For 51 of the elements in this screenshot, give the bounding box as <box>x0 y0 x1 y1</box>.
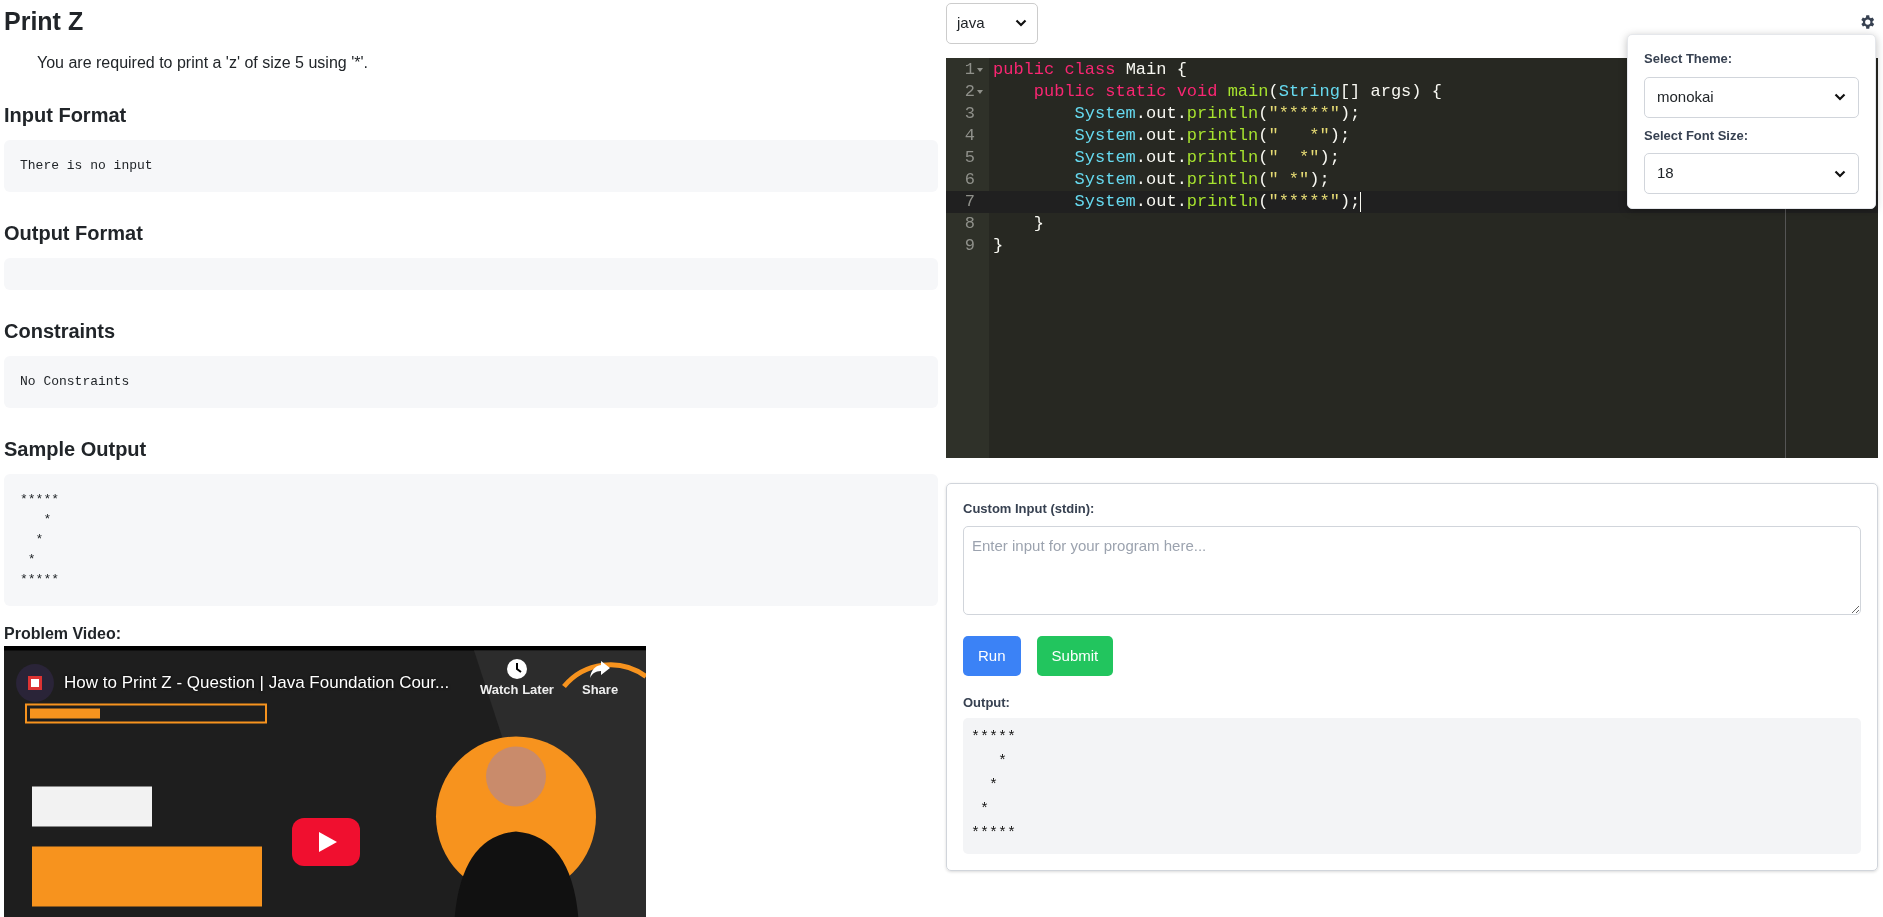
code-line: public static void main(String[] args) { <box>1032 81 1442 103</box>
caret-icon <box>1834 93 1846 101</box>
fold-arrow-icon[interactable] <box>977 68 983 72</box>
block-text: ***** * * * ***** <box>20 491 60 589</box>
code-line: System.out.println("*****"); <box>1073 191 1361 213</box>
line-number: 2 <box>964 81 975 104</box>
clock-icon <box>505 658 528 680</box>
field-label: Select Theme: <box>1644 50 1734 68</box>
line-number: 7 <box>964 191 975 214</box>
video-label: Problem Video: <box>4 624 123 644</box>
section-heading: Constraints <box>4 319 117 344</box>
block-text: No Constraints <box>20 373 131 391</box>
caret-icon <box>1834 169 1846 178</box>
code-line: } <box>993 235 1004 257</box>
code-line: System.out.println(" *"); <box>1073 169 1330 191</box>
video-player[interactable]: How to Print Z - Question | Java Foundation Cour... Watch Later Share <box>4 646 646 917</box>
line-number: 3 <box>964 103 975 126</box>
line-number: 6 <box>964 169 975 192</box>
code-line: } <box>1032 213 1044 235</box>
font-size-select[interactable]: 18 <box>1644 153 1859 194</box>
input-field[interactable]: Enter input for your program here... <box>963 526 1861 615</box>
share-arrow-icon <box>589 658 612 680</box>
problem-title: Print Z <box>4 6 85 37</box>
code-line: System.out.println(" *"); <box>1073 147 1340 169</box>
action-button[interactable]: Run <box>963 636 1021 676</box>
line-number: 5 <box>964 147 975 170</box>
block-text: There is no input <box>20 157 154 175</box>
play-button-icon[interactable] <box>292 818 360 866</box>
text-cursor <box>1360 192 1362 212</box>
output-box: ***** * * * ***** <box>963 718 1861 854</box>
caret-icon <box>1015 19 1027 27</box>
section-heading: Input Format <box>4 103 128 128</box>
code-line: System.out.println("*****"); <box>1073 103 1361 125</box>
theme-select[interactable]: monokai <box>1644 76 1859 118</box>
problem-description: You are required to print a 'z' of size 5 using '*'. <box>37 53 369 73</box>
field-label: Custom Input (stdin): <box>963 500 1096 518</box>
code-line: System.out.println(" *"); <box>1073 125 1351 147</box>
field-label: Output: <box>963 694 1011 712</box>
section-heading: Sample Output <box>4 437 148 462</box>
line-number: 1 <box>964 59 975 82</box>
line-number: 4 <box>964 125 975 148</box>
line-number: 9 <box>964 235 975 258</box>
video-title[interactable]: How to Print Z - Question | Java Foundation Cour... <box>64 670 450 696</box>
language-select[interactable]: java <box>946 2 1038 44</box>
share-button[interactable]: Share <box>582 680 619 700</box>
fold-arrow-icon[interactable] <box>977 90 983 94</box>
line-number: 8 <box>964 213 975 236</box>
field-label: Select Font Size: <box>1644 126 1750 145</box>
section-heading: Output Format <box>4 221 144 246</box>
code-line: public class Main { <box>993 59 1187 81</box>
watch-later-button[interactable]: Watch Later <box>480 680 554 700</box>
